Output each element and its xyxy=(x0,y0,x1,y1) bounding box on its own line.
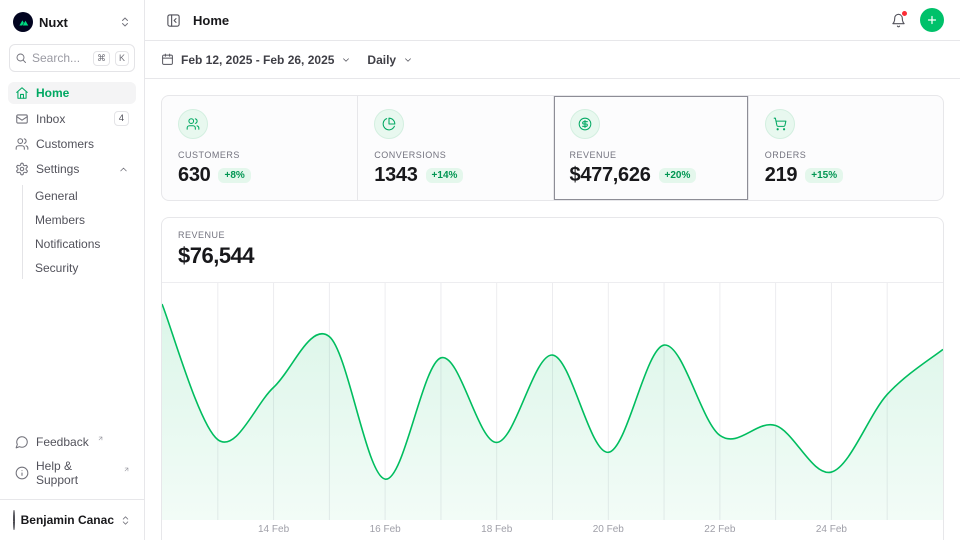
stat-value: 630 xyxy=(178,164,210,187)
sidebar-item-members[interactable]: Members xyxy=(23,209,136,231)
sidebar-item-customers[interactable]: Customers xyxy=(8,133,136,155)
sidebar-item-inbox[interactable]: Inbox 4 xyxy=(8,107,136,130)
users-icon xyxy=(178,109,208,139)
stat-label: CUSTOMERS xyxy=(178,150,341,160)
kbd-meta: ⌘ xyxy=(93,51,110,66)
sidebar-item-label: Customers xyxy=(36,137,94,151)
top-header: Home xyxy=(145,0,960,41)
x-axis-label: 24 Feb xyxy=(816,524,847,535)
stat-value: $477,626 xyxy=(570,164,651,187)
settings-subnav: General Members Notifications Security xyxy=(22,185,136,279)
chart-header: REVENUE $76,544 xyxy=(162,218,943,283)
x-axis-label: 14 Feb xyxy=(258,524,289,535)
external-link-icon xyxy=(123,466,130,473)
stat-label: CONVERSIONS xyxy=(374,150,536,160)
x-axis-label: 18 Feb xyxy=(481,524,512,535)
stat-card-conversions[interactable]: CONVERSIONS 1343 +14% xyxy=(357,96,552,200)
stat-card-customers[interactable]: CUSTOMERS 630 +8% xyxy=(162,96,357,200)
stat-value: 1343 xyxy=(374,164,417,187)
home-icon xyxy=(15,86,29,100)
sidebar-item-general[interactable]: General xyxy=(23,185,136,207)
gear-icon xyxy=(15,162,29,176)
x-axis-label: 22 Feb xyxy=(704,524,735,535)
sidebar-footer: Feedback Help & Support Benjamin xyxy=(8,431,136,532)
notifications-button[interactable] xyxy=(886,8,910,32)
x-axis-label: 16 Feb xyxy=(370,524,401,535)
x-axis-label: 20 Feb xyxy=(593,524,624,535)
shopping-cart-icon xyxy=(765,109,795,139)
sidebar-item-home[interactable]: Home xyxy=(8,82,136,104)
divider xyxy=(0,499,144,500)
app-window: Nuxt Search... ⌘ K Home xyxy=(0,0,960,540)
info-circle-icon xyxy=(15,466,29,480)
sidebar-nav: Home Inbox 4 Customers Settings xyxy=(8,82,136,279)
stat-delta-badge: +14% xyxy=(426,168,464,183)
external-link-icon xyxy=(97,435,104,442)
chevrons-up-down-icon xyxy=(120,515,131,526)
stat-label: REVENUE xyxy=(570,150,732,160)
inbox-icon xyxy=(15,112,29,126)
plus-icon xyxy=(926,14,938,26)
sidebar-item-label: Settings xyxy=(36,162,79,176)
users-icon xyxy=(15,137,29,151)
date-range-picker[interactable]: Feb 12, 2025 - Feb 26, 2025 xyxy=(161,53,351,67)
revenue-chart-svg[interactable] xyxy=(162,283,943,520)
dashboard-content: CUSTOMERS 630 +8% CONVERSIONS 1343 +14% xyxy=(145,79,960,540)
help-support-link[interactable]: Help & Support xyxy=(8,455,136,491)
footer-link-label: Feedback xyxy=(36,435,89,449)
search-input[interactable]: Search... ⌘ K xyxy=(9,44,135,72)
notification-dot xyxy=(901,10,908,17)
stat-value: 219 xyxy=(765,164,797,187)
header-actions xyxy=(886,8,944,32)
date-range-value: Feb 12, 2025 - Feb 26, 2025 xyxy=(181,53,334,67)
main-area: Home Feb 12, 2 xyxy=(145,0,960,540)
search-placeholder: Search... xyxy=(32,51,88,65)
chart-metric-label: REVENUE xyxy=(178,230,927,240)
stat-label: ORDERS xyxy=(765,150,927,160)
x-axis-labels: 14 Feb 16 Feb 18 Feb 20 Feb 22 Feb 24 Feb xyxy=(162,520,943,540)
stat-card-revenue[interactable]: REVENUE $477,626 +20% xyxy=(553,96,748,200)
message-circle-icon xyxy=(15,435,29,449)
sidebar-item-notifications[interactable]: Notifications xyxy=(23,233,136,255)
workspace-switcher[interactable]: Nuxt xyxy=(8,8,136,36)
panel-left-close-icon xyxy=(166,13,181,28)
user-name: Benjamin Canac xyxy=(21,513,114,527)
chevrons-up-down-icon xyxy=(119,16,131,28)
sidebar-item-security[interactable]: Security xyxy=(23,257,136,279)
kbd-k: K xyxy=(115,51,129,66)
footer-link-label: Help & Support xyxy=(36,459,115,487)
page-title: Home xyxy=(193,13,229,28)
sidebar-item-label: Home xyxy=(36,86,69,100)
filter-bar: Feb 12, 2025 - Feb 26, 2025 Daily xyxy=(145,41,960,79)
add-button[interactable] xyxy=(920,8,944,32)
collapse-sidebar-button[interactable] xyxy=(161,8,185,32)
chevron-up-icon xyxy=(118,164,129,175)
search-icon xyxy=(15,52,27,64)
granularity-value: Daily xyxy=(367,53,396,67)
circle-dollar-icon xyxy=(570,109,600,139)
sidebar: Nuxt Search... ⌘ K Home xyxy=(0,0,145,540)
chart-metric-value: $76,544 xyxy=(178,243,927,269)
user-menu[interactable]: Benjamin Canac xyxy=(8,502,136,532)
sidebar-item-label: Inbox xyxy=(36,112,65,126)
revenue-chart-card: REVENUE $76,544 14 Feb 16 Feb 18 Feb 20 Feb… xyxy=(161,217,944,540)
stat-card-orders[interactable]: ORDERS 219 +15% xyxy=(748,96,943,200)
chevron-down-icon xyxy=(403,55,413,65)
nuxt-logo-icon xyxy=(13,12,33,32)
stat-delta-badge: +15% xyxy=(805,168,843,183)
stat-delta-badge: +20% xyxy=(659,168,697,183)
calendar-icon xyxy=(161,53,174,66)
inbox-count-badge: 4 xyxy=(114,111,129,126)
avatar xyxy=(13,510,15,530)
sidebar-item-settings[interactable]: Settings xyxy=(8,158,136,180)
chart-pie-icon xyxy=(374,109,404,139)
granularity-select[interactable]: Daily xyxy=(367,53,413,67)
stat-delta-badge: +8% xyxy=(218,168,250,183)
feedback-link[interactable]: Feedback xyxy=(8,431,136,453)
chevron-down-icon xyxy=(341,55,351,65)
workspace-name: Nuxt xyxy=(39,15,113,30)
stats-row: CUSTOMERS 630 +8% CONVERSIONS 1343 +14% xyxy=(161,95,944,201)
